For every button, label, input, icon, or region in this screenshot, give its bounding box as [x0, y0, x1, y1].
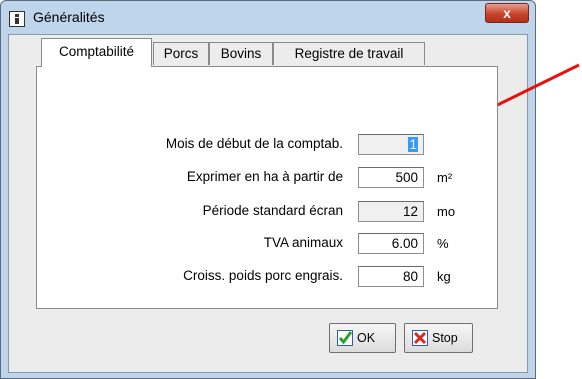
unit-label: mo [437, 204, 456, 219]
stop-button[interactable]: Stop [404, 323, 473, 353]
field-value: 500 [395, 170, 418, 185]
field-value: 6.00 [391, 236, 418, 251]
ok-label: OK [357, 331, 376, 345]
unit-label: kg [437, 269, 451, 284]
tab-porcs[interactable]: Porcs [153, 42, 209, 65]
tab-bovins[interactable]: Bovins [209, 42, 273, 65]
app-icon [9, 11, 25, 27]
tab-comptabilite[interactable]: Comptabilité [41, 38, 152, 67]
tab-registre-de-travail[interactable]: Registre de travail [273, 42, 425, 65]
close-icon: x [503, 5, 511, 21]
field-label-croiss-poids: Croiss. poids porc engrais. [183, 268, 343, 283]
generalites-dialog: Généralités x Comptabilité Porcs Bovins … [0, 0, 536, 379]
field-value: 12 [402, 204, 418, 219]
field-label-mois-debut: Mois de début de la comptab. [165, 136, 343, 151]
title-bar[interactable]: Généralités x [1, 1, 535, 35]
field-value: 1 [408, 137, 418, 152]
window-title: Généralités [33, 9, 105, 25]
field-label-tva-animaux: TVA animaux [263, 235, 343, 250]
croiss-poids-field[interactable]: 80 [358, 266, 424, 287]
mois-debut-field[interactable]: 1 [358, 134, 424, 155]
tab-label: Comptabilité [58, 44, 135, 59]
tva-animaux-field[interactable]: 6.00 [358, 233, 424, 254]
ok-button[interactable]: OK [329, 323, 396, 353]
unit-label: m² [437, 170, 453, 185]
field-label-periode-standard: Période standard écran [202, 203, 343, 218]
tab-label: Bovins [220, 46, 262, 61]
check-icon [337, 330, 353, 346]
field-label-exprimer-ha: Exprimer en ha à partir de [186, 169, 343, 184]
periode-standard-field[interactable]: 12 [358, 201, 424, 222]
stop-label: Stop [432, 331, 458, 345]
unit-label: % [437, 236, 449, 251]
field-value: 80 [402, 269, 418, 284]
exprimer-ha-field[interactable]: 500 [358, 167, 424, 188]
tab-label: Porcs [163, 46, 199, 61]
tab-label: Registre de travail [294, 46, 404, 61]
close-button[interactable]: x [485, 3, 529, 23]
cross-stop-icon [412, 330, 428, 346]
